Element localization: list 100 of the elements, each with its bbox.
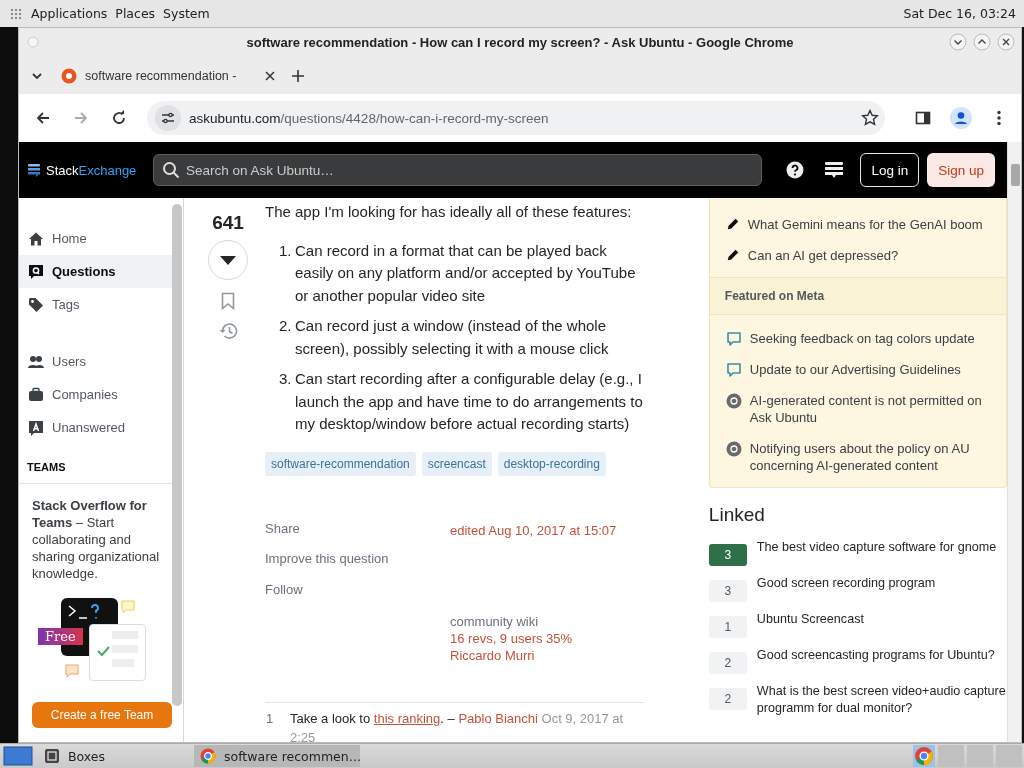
address-bar[interactable]: askubuntu.com/questions/4428/how-can-i-record-my-screen xyxy=(147,101,885,136)
panel-menu[interactable]: Applications xyxy=(31,4,108,24)
community-wiki-label: community wiki xyxy=(450,614,539,630)
feature-list-item: 3. Can start recording after a configurable delay (e.g., I launch the app and have time to do arrangements to my desktop/window before actual recording starts) xyxy=(278,369,644,435)
linked-heading: Linked xyxy=(708,504,766,527)
tags-icon xyxy=(28,296,44,313)
nav-item[interactable]: Unanswered xyxy=(19,411,172,445)
users-icon xyxy=(28,353,44,370)
revisions-link[interactable]: 16 revs, 9 users 35% xyxy=(450,630,645,648)
meta-post-link[interactable]: AI-generated content is not permitted on Ask Ubuntu xyxy=(749,392,990,427)
login-button[interactable]: Log in xyxy=(860,153,920,188)
close-tab-icon[interactable] xyxy=(265,70,275,81)
taskbar-item[interactable]: software recommen… xyxy=(194,745,360,768)
companies-icon xyxy=(28,386,44,403)
stack-logo-icon xyxy=(27,163,41,178)
panel-menu[interactable]: System xyxy=(163,4,210,24)
post-action-link[interactable]: Improve this question xyxy=(265,548,450,571)
comment-author-link[interactable]: Pablo Bianchi xyxy=(458,711,538,727)
meta-heading: Featured on Meta xyxy=(709,277,1006,316)
history-icon[interactable] xyxy=(218,322,238,341)
boxes-app-icon xyxy=(44,748,60,765)
minimize-button[interactable] xyxy=(949,33,967,52)
free-badge: Free xyxy=(38,628,83,646)
nav-item[interactable]: Users xyxy=(19,345,172,379)
site-logo-icon xyxy=(725,441,742,458)
pencil-icon xyxy=(725,248,740,263)
url-text: askubuntu.com/questions/4428/how-can-i-record-my-screen xyxy=(189,110,550,126)
reload-icon xyxy=(111,110,127,127)
nav-item[interactable]: Companies xyxy=(19,378,172,412)
browser-tray-icon[interactable] xyxy=(913,745,935,768)
home-icon xyxy=(28,230,44,247)
window-title: software recommendation - How can I record my screen? - Ask Ubuntu - Google Chrome xyxy=(246,35,794,51)
questions-icon xyxy=(28,263,44,280)
question-tag[interactable]: screencast xyxy=(421,451,492,476)
answer-count-badge: 2 xyxy=(708,688,747,711)
site-logo-text[interactable]: StackExchange xyxy=(46,162,137,178)
blog-link[interactable]: What Gemini means for the GenAI boom xyxy=(747,216,983,234)
close-button[interactable] xyxy=(997,33,1015,52)
linked-question-link[interactable]: Good screen recording program xyxy=(756,575,936,603)
nav-item[interactable]: Tags xyxy=(19,288,172,322)
speech-bubble-icon xyxy=(725,331,742,348)
bookmark-star-icon[interactable] xyxy=(861,109,879,128)
meta-post-link[interactable]: Seeking feedback on tag colors update xyxy=(749,330,975,348)
signup-button[interactable]: Sign up xyxy=(927,153,995,188)
vote-count: 641 xyxy=(212,212,244,235)
nav-item[interactable]: Questions xyxy=(19,255,172,289)
linked-question-link[interactable]: Ubuntu Screencast xyxy=(756,611,864,639)
site-info-icon[interactable] xyxy=(155,105,181,132)
feature-list-item: 1. Can record in a format that can be played back easily on any platform and/or accepted by YouTube or another popular video site xyxy=(278,240,637,306)
chat-bubble-icon xyxy=(121,600,135,615)
search-field[interactable]: Search on Ask Ubuntu… xyxy=(153,154,763,187)
show-desktop-button[interactable] xyxy=(2,745,34,768)
answer-count-badge: 1 xyxy=(708,616,747,639)
question-tag[interactable]: software-recommendation xyxy=(265,451,416,476)
window-menu-icon xyxy=(27,36,39,49)
panel-menu[interactable]: Places xyxy=(115,4,156,24)
downvote-button[interactable] xyxy=(208,240,248,281)
pencil-icon xyxy=(725,217,740,232)
apps-grid-icon xyxy=(10,7,22,20)
meta-post-link[interactable]: Notifying users about the policy on AU concerning AI-generated content xyxy=(749,440,990,475)
person-icon xyxy=(950,107,972,130)
question-text: The app I'm looking for has ideally all of these features: xyxy=(265,202,633,223)
answer-count-badge: 3 xyxy=(708,544,747,567)
answer-count-badge: 3 xyxy=(708,580,747,603)
linked-question-link[interactable]: What is the best screen video+audio capture programm for dual monitor? xyxy=(756,683,1007,718)
comment-text: Take a look to this ranking. – Pablo Bianchi Oct 9, 2017 at 2:25 xyxy=(290,710,625,743)
panel-clock[interactable]: Sat Dec 16, 03:24 xyxy=(903,6,1016,22)
new-tab-icon xyxy=(291,68,305,83)
comment-score: 1 xyxy=(265,710,275,729)
author-link[interactable]: Riccardo Murri xyxy=(450,647,645,665)
edited-link[interactable]: edited Aug 10, 2017 at 15:07 xyxy=(450,517,617,602)
page-scrollbar[interactable] xyxy=(1007,142,1021,743)
speech-bubble-icon xyxy=(725,362,742,379)
feature-list-item: 2. Can record just a window (instead of the whole screen), possibly selecting it with a mouse click xyxy=(278,316,610,359)
menu-dots-icon xyxy=(997,110,1001,127)
post-action-link[interactable]: Follow xyxy=(265,578,450,602)
taskbar-item[interactable]: Boxes xyxy=(38,745,188,768)
site-favicon-icon xyxy=(61,67,77,84)
post-action-link[interactable]: Share xyxy=(265,517,450,541)
meta-post-link[interactable]: Update to our Advertising Guidelines xyxy=(749,361,961,379)
linked-question-link[interactable]: The best video capture software for gnome xyxy=(756,539,997,567)
blog-link[interactable]: Can an AI get depressed? xyxy=(747,247,899,265)
chat-bubble-icon xyxy=(65,664,79,679)
question-tag[interactable]: desktop-recording xyxy=(497,451,606,476)
nav-scrollbar[interactable] xyxy=(172,204,182,707)
unanswered-icon xyxy=(28,419,44,436)
help-icon[interactable] xyxy=(786,161,805,180)
search-icon xyxy=(162,161,180,180)
answer-count-badge: 2 xyxy=(708,652,747,675)
bookmark-icon[interactable] xyxy=(221,292,235,311)
teams-promo-text: Stack Overflow for Teams – Start collaborating and sharing organizational knowledge. xyxy=(31,497,161,583)
linked-question-link[interactable]: Good screencasting programs for Ubuntu? xyxy=(756,647,995,675)
side-panel-icon xyxy=(915,110,931,127)
checklist-drawing xyxy=(89,624,146,682)
nav-item[interactable]: Home xyxy=(19,222,172,256)
down-triangle-icon xyxy=(220,255,236,265)
maximize-button[interactable] xyxy=(973,33,991,52)
inbox-icon[interactable] xyxy=(824,161,845,180)
browser-app-icon xyxy=(200,748,216,765)
site-logo-icon xyxy=(725,393,742,410)
